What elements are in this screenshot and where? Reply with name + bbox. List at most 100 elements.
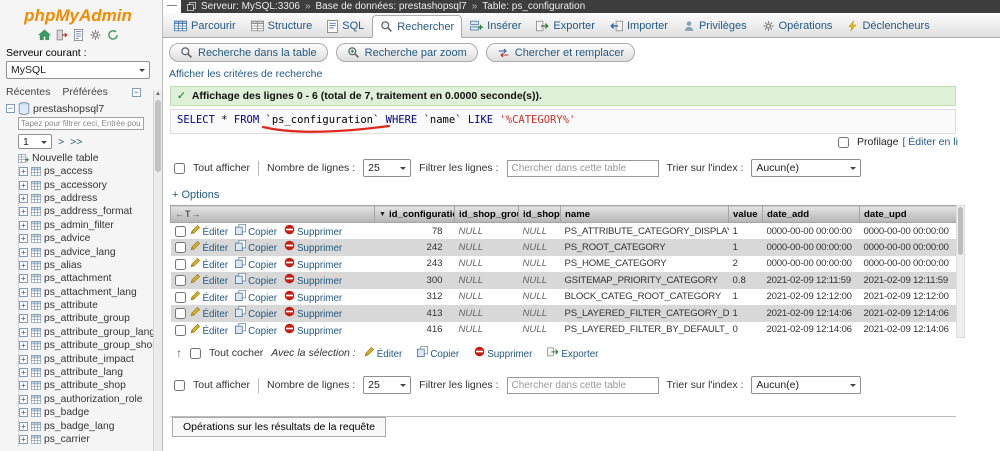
edit-link[interactable]: Éditer bbox=[190, 307, 228, 320]
tree-page-select[interactable]: 1 bbox=[18, 134, 52, 149]
settings-icon[interactable] bbox=[89, 29, 102, 41]
breadcrumb-server[interactable]: Serveur: MySQL:3306 bbox=[201, 1, 300, 12]
edit-link[interactable]: Éditer bbox=[190, 257, 228, 271]
sidebar-item-ps_attribute_group_shop[interactable]: + ps_attribute_group_shop bbox=[19, 339, 158, 352]
column-header-id_configuration[interactable]: ▼id_configuration bbox=[374, 205, 455, 223]
delete-link[interactable]: Supprimer bbox=[284, 224, 342, 238]
tab-structure[interactable]: Structure bbox=[244, 15, 320, 37]
edit-link[interactable]: Éditer bbox=[190, 274, 228, 287]
query-results-operations-header[interactable]: Opérations sur les résultats de la requê… bbox=[172, 417, 387, 437]
delete-link[interactable]: Supprimer bbox=[284, 290, 342, 304]
edit-link[interactable]: Éditer bbox=[190, 241, 228, 254]
expand-icon[interactable]: + bbox=[19, 354, 28, 364]
filter-rows-input[interactable] bbox=[506, 376, 659, 394]
tree-next-page-link[interactable]: > bbox=[58, 136, 64, 148]
server-select[interactable]: MySQL bbox=[6, 61, 150, 79]
copy-link[interactable]: Copier bbox=[235, 273, 277, 287]
expand-icon[interactable]: + bbox=[19, 234, 28, 244]
expand-icon[interactable]: + bbox=[19, 328, 28, 337]
column-header-id_shop_group[interactable]: id_shop_group bbox=[454, 205, 519, 223]
expand-icon[interactable]: + bbox=[19, 368, 28, 378]
expand-icon[interactable]: + bbox=[19, 314, 28, 324]
column-header-value[interactable]: value bbox=[728, 205, 763, 223]
sidebar-item-ps_attribute_lang[interactable]: + ps_attribute_lang bbox=[19, 366, 150, 379]
row-checkbox[interactable] bbox=[174, 308, 186, 320]
profiling-checkbox[interactable] bbox=[838, 136, 849, 148]
expand-icon[interactable]: + bbox=[19, 247, 28, 257]
column-header-date_add[interactable]: date_add bbox=[762, 205, 860, 223]
logout-icon[interactable] bbox=[56, 29, 68, 41]
tab-privileges[interactable]: Privilèges bbox=[676, 15, 754, 37]
subtab-zoom-search[interactable]: Recherche par zoom bbox=[335, 43, 478, 62]
tab-importer[interactable]: Importer bbox=[603, 15, 675, 37]
delete-link[interactable]: Supprimer bbox=[284, 240, 342, 254]
show-search-criteria-link[interactable]: Afficher les critères de recherche bbox=[169, 68, 322, 80]
results-scrollbar-thumb[interactable] bbox=[958, 207, 963, 255]
expand-icon[interactable]: + bbox=[19, 167, 28, 177]
selected-edit-link[interactable]: Éditer bbox=[364, 346, 402, 360]
collapse-icon[interactable]: − bbox=[6, 104, 15, 113]
check-all-checkbox[interactable] bbox=[190, 347, 201, 359]
expand-icon[interactable]: + bbox=[19, 421, 28, 431]
sidebar-item-ps_attribute_group_lang[interactable]: + ps_attribute_group_lang bbox=[19, 326, 155, 339]
options-toggle-link[interactable]: + Options bbox=[172, 189, 219, 201]
sidebar-scrollbar[interactable]: ▲ bbox=[153, 90, 162, 451]
sidebar-item-ps_access[interactable]: + ps_access bbox=[19, 165, 150, 178]
sidebar-scrollbar-thumb[interactable] bbox=[155, 100, 161, 172]
tab-operations[interactable]: Opérations bbox=[755, 15, 840, 37]
tab-sql[interactable]: SQL bbox=[320, 15, 371, 37]
delete-link[interactable]: Supprimer bbox=[284, 323, 342, 337]
column-header-name[interactable]: name bbox=[560, 205, 729, 223]
sidebar-item-ps_alias[interactable]: + ps_alias bbox=[19, 259, 150, 272]
rows-count-select[interactable]: 25 bbox=[363, 159, 412, 177]
edit-link[interactable]: Éditer bbox=[190, 290, 228, 304]
rows-count-select[interactable]: 25 bbox=[363, 376, 412, 394]
database-name[interactable]: prestashopsql7 bbox=[33, 103, 104, 115]
subtab-table-search[interactable]: Recherche dans la table bbox=[169, 43, 328, 62]
sidebar-item-ps_badge[interactable]: + ps_badge bbox=[19, 406, 150, 419]
copy-link[interactable]: Copier bbox=[235, 289, 277, 304]
sort-index-select[interactable]: Aucun(e) bbox=[751, 376, 862, 394]
tree-last-page-link[interactable]: >> bbox=[70, 136, 82, 148]
col-move-right-icon[interactable]: → bbox=[192, 209, 202, 219]
home-icon[interactable] bbox=[37, 29, 51, 41]
expand-icon[interactable]: + bbox=[19, 194, 28, 203]
copy-link[interactable]: Copier bbox=[235, 240, 277, 254]
scroll-up-icon[interactable]: ▲ bbox=[154, 90, 162, 99]
copy-link[interactable]: Copier bbox=[235, 322, 277, 337]
filter-rows-input[interactable] bbox=[506, 159, 659, 177]
sidebar-item-ps_authorization_role[interactable]: + ps_authorization_role bbox=[19, 393, 150, 406]
sidebar-item-ps_carrier[interactable]: + ps_carrier bbox=[19, 433, 150, 446]
selected-copy-link[interactable]: Copier bbox=[417, 346, 459, 360]
breadcrumb-database[interactable]: Base de données: prestashopsql7 bbox=[316, 1, 467, 12]
favorite-tables-link[interactable]: Préférées bbox=[62, 86, 108, 98]
expand-icon[interactable]: + bbox=[19, 301, 28, 311]
sidebar-item-ps_attribute_impact[interactable]: + ps_attribute_impact bbox=[19, 352, 150, 365]
new-table-link[interactable]: Nouvelle table bbox=[18, 151, 150, 165]
tab-inserer[interactable]: Insérer bbox=[463, 15, 528, 37]
expand-icon[interactable]: + bbox=[19, 395, 28, 404]
results-scrollbar[interactable] bbox=[956, 205, 965, 338]
tab-rechercher[interactable]: Rechercher bbox=[372, 15, 463, 38]
copy-link[interactable]: Copier bbox=[235, 306, 277, 320]
expand-icon[interactable]: + bbox=[19, 408, 28, 418]
expand-icon[interactable]: + bbox=[19, 435, 28, 444]
row-checkbox[interactable] bbox=[174, 324, 186, 336]
show-all-checkbox[interactable] bbox=[174, 379, 185, 391]
show-all-checkbox[interactable] bbox=[174, 162, 185, 174]
expand-icon[interactable]: + bbox=[19, 341, 28, 351]
delete-link[interactable]: Supprimer bbox=[284, 306, 342, 320]
expand-icon[interactable]: + bbox=[19, 180, 28, 190]
row-checkbox[interactable] bbox=[174, 258, 186, 270]
tab-declencheurs[interactable]: Déclencheurs bbox=[840, 15, 936, 37]
collapse-all-icon[interactable]: − bbox=[131, 87, 141, 97]
row-checkbox[interactable] bbox=[174, 291, 186, 303]
sidebar-item-ps_address[interactable]: + ps_address bbox=[19, 192, 150, 205]
expand-icon[interactable]: + bbox=[19, 207, 28, 217]
phpmyadmin-logo[interactable]: phpMyAdmin bbox=[6, 3, 150, 27]
sidebar-item-ps_attribute_shop[interactable]: + ps_attribute_shop bbox=[19, 379, 150, 392]
sidebar-item-ps_attachment_lang[interactable]: + ps_attachment_lang bbox=[19, 286, 150, 299]
edit-link[interactable]: Éditer bbox=[190, 224, 228, 238]
edit-link[interactable]: Éditer bbox=[190, 323, 228, 337]
row-checkbox[interactable] bbox=[174, 242, 186, 254]
